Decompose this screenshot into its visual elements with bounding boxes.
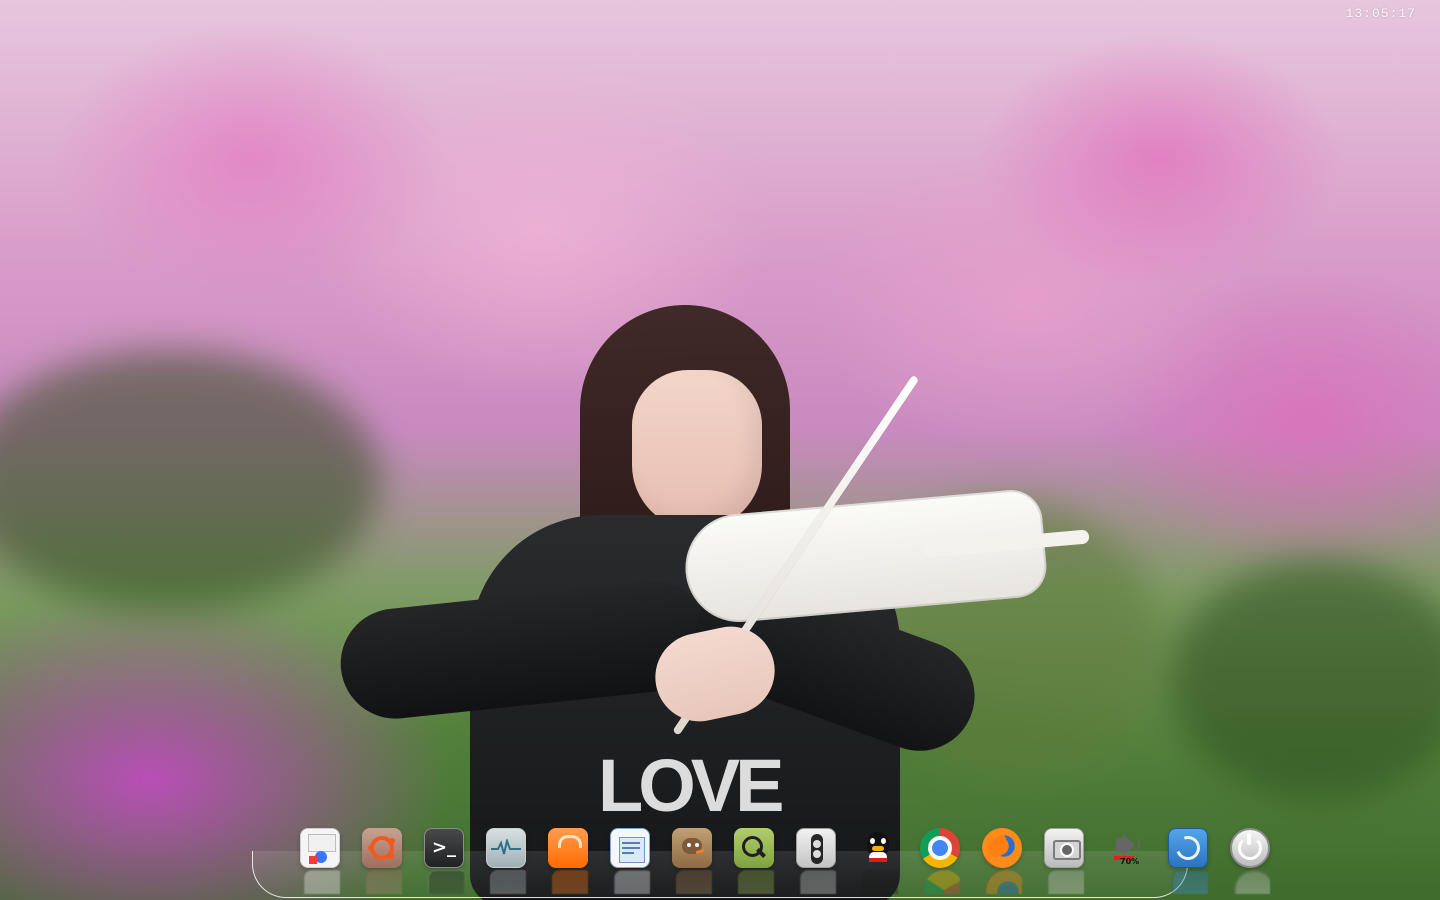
camera-icon: [1044, 828, 1084, 868]
activity-monitor-reflection: [486, 870, 526, 894]
dock-item-audio-player[interactable]: [792, 826, 840, 898]
trash-icon: [1168, 828, 1208, 868]
face: [632, 370, 762, 530]
wallpaper-person: LOVE: [335, 305, 1050, 900]
tree-shadow-left: [0, 350, 380, 610]
clock: 13:05:17: [1345, 6, 1416, 21]
dock-item-volume[interactable]: 70%: [1102, 826, 1150, 898]
qq-reflection: [858, 870, 898, 894]
system-monitor-icon: [300, 828, 340, 868]
document-reflection: [610, 870, 650, 894]
trash-reflection: [1168, 870, 1208, 894]
terminal-reflection: [424, 870, 464, 894]
shopping-bag-icon: [548, 828, 588, 868]
shopping-bag-reflection: [548, 870, 588, 894]
desktop: LOVE 13:05:17 >_ 70%: [0, 0, 1440, 900]
chrome-icon: [920, 828, 960, 868]
dock-item-trash[interactable]: [1164, 826, 1212, 898]
power-reflection: [1230, 870, 1270, 894]
power-icon: [1230, 828, 1270, 868]
dock-item-activity-monitor[interactable]: [482, 826, 530, 898]
dock-item-terminal[interactable]: >_: [420, 826, 468, 898]
dock-items: >_ 70%: [296, 826, 1270, 898]
system-monitor-reflection: [300, 870, 340, 894]
dock-item-search-files[interactable]: [730, 826, 778, 898]
dock-item-gimp[interactable]: [668, 826, 716, 898]
tree-shadow-right: [1170, 560, 1440, 800]
audio-player-icon: [796, 828, 836, 868]
dock-item-chrome[interactable]: [916, 826, 964, 898]
firefox-reflection: [982, 870, 1022, 894]
gimp-reflection: [672, 870, 712, 894]
ubuntu-reflection: [362, 870, 402, 894]
dock-item-document[interactable]: [606, 826, 654, 898]
dock-item-ubuntu[interactable]: [358, 826, 406, 898]
ubuntu-icon: [362, 828, 402, 868]
volume-icon: 70%: [1106, 828, 1146, 868]
volume-reflection: [1106, 870, 1146, 894]
dock: >_ 70%: [252, 826, 1270, 898]
gimp-icon: [672, 828, 712, 868]
search-files-icon: [734, 828, 774, 868]
volume-level-label: 70%: [1120, 857, 1140, 866]
audio-player-reflection: [796, 870, 836, 894]
search-files-reflection: [734, 870, 774, 894]
chrome-reflection: [920, 870, 960, 894]
dock-item-qq[interactable]: [854, 826, 902, 898]
dock-item-camera[interactable]: [1040, 826, 1088, 898]
dock-item-firefox[interactable]: [978, 826, 1026, 898]
activity-monitor-icon: [486, 828, 526, 868]
document-icon: [610, 828, 650, 868]
firefox-icon: [982, 828, 1022, 868]
dock-item-shopping-bag[interactable]: [544, 826, 592, 898]
dock-item-system-monitor[interactable]: [296, 826, 344, 898]
dock-item-power[interactable]: [1226, 826, 1274, 898]
qq-icon: [858, 828, 898, 868]
terminal-icon: >_: [424, 828, 464, 868]
camera-reflection: [1044, 870, 1084, 894]
